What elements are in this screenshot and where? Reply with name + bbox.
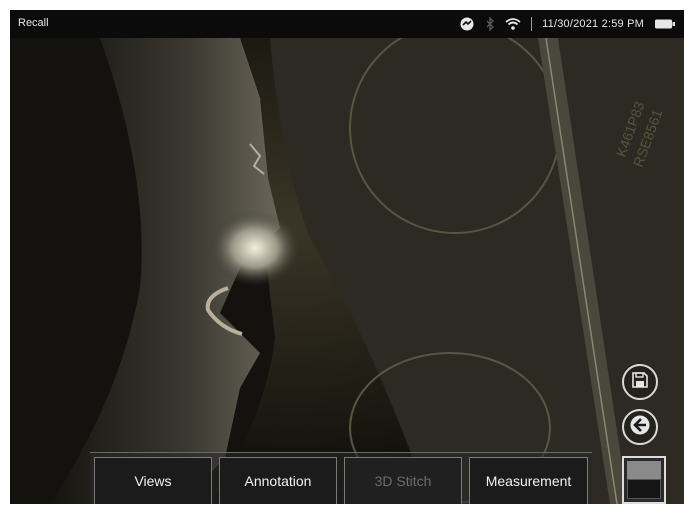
status-bar: Recall 11/30/2021 2:59 PM [10, 10, 684, 38]
views-button[interactable]: Views [94, 457, 212, 504]
device-screen: Recall 11/30/2021 2:59 PM K461P83 RSE856… [10, 10, 684, 504]
panel-toggle-button[interactable] [622, 456, 666, 504]
date-time: 11/30/2021 2:59 PM [542, 18, 644, 30]
inspection-image-view: K461P83 RSE8561 [10, 22, 684, 504]
3d-stitch-button[interactable]: 3D Stitch [344, 457, 462, 504]
app-title: Recall [18, 17, 49, 29]
save-button[interactable] [622, 364, 658, 400]
sync-icon [459, 16, 475, 32]
wifi-icon [505, 17, 521, 31]
save-icon [630, 370, 650, 395]
panel-toggle-top [627, 461, 661, 479]
bottom-toolbar: Views Annotation 3D Stitch Measurement [90, 452, 592, 504]
bluetooth-icon [485, 17, 495, 31]
status-icons: 11/30/2021 2:59 PM [459, 15, 676, 33]
annotation-button[interactable]: Annotation [219, 457, 337, 504]
back-button[interactable] [622, 409, 658, 445]
back-arrow-icon [629, 414, 651, 441]
measurement-button[interactable]: Measurement [469, 457, 588, 504]
inspection-image[interactable]: K461P83 RSE8561 [10, 22, 684, 504]
battery-icon [654, 18, 676, 30]
panel-toggle-bottom [627, 479, 661, 499]
status-divider [531, 17, 533, 31]
